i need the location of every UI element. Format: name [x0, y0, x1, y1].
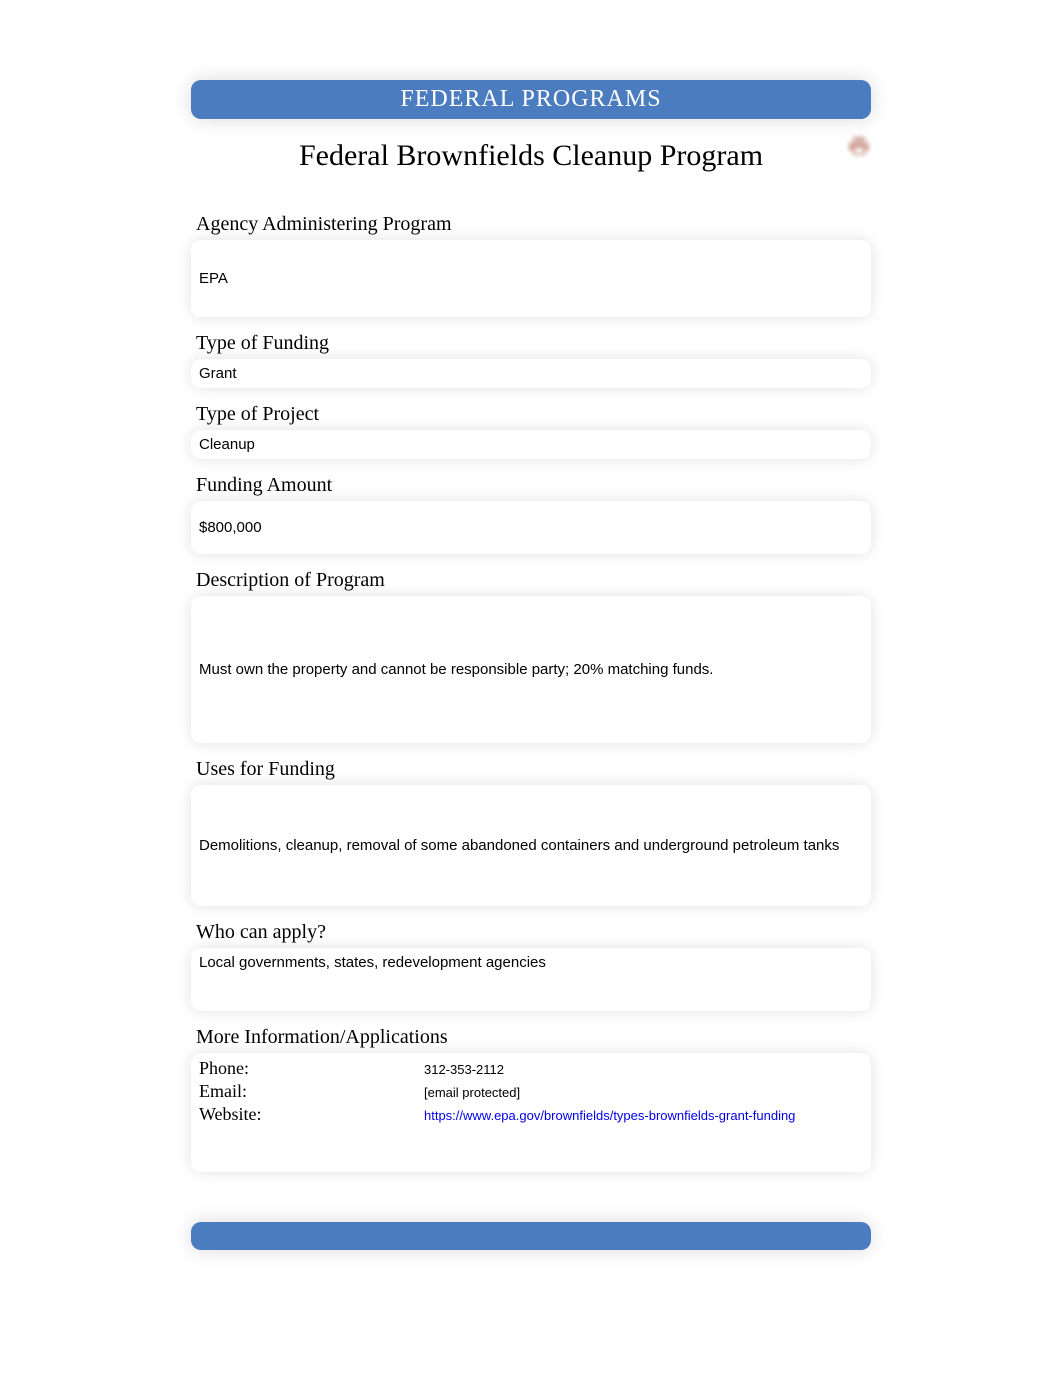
- funding-type-value-box: Grant: [191, 359, 871, 388]
- who-apply-section: Who can apply? Local governments, states…: [191, 921, 871, 1011]
- who-apply-value-box: Local governments, states, redevelopment…: [191, 948, 871, 1011]
- project-type-value: Cleanup: [199, 436, 255, 453]
- description-section: Description of Program Must own the prop…: [191, 569, 871, 743]
- print-icon[interactable]: [847, 134, 871, 158]
- project-type-label: Type of Project: [196, 403, 871, 426]
- agency-label: Agency Administering Program: [196, 213, 871, 236]
- description-label: Description of Program: [196, 569, 871, 592]
- funding-amount-section: Funding Amount $800,000: [191, 474, 871, 554]
- funding-amount-value-box: $800,000: [191, 501, 871, 554]
- email-label: Email:: [199, 1081, 424, 1102]
- document-container: FEDERAL PROGRAMS Federal Brownfields Cle…: [191, 0, 871, 1250]
- email-value: [email protected]: [424, 1085, 520, 1100]
- funding-amount-value: $800,000: [199, 519, 262, 536]
- phone-row: Phone: 312-353-2112: [199, 1058, 863, 1079]
- email-row: Email: [email protected]: [199, 1081, 863, 1102]
- website-label: Website:: [199, 1104, 424, 1125]
- contact-box: Phone: 312-353-2112 Email: [email protec…: [191, 1053, 871, 1172]
- description-value: Must own the property and cannot be resp…: [199, 661, 713, 678]
- uses-section: Uses for Funding Demolitions, cleanup, r…: [191, 758, 871, 906]
- category-text: FEDERAL PROGRAMS: [400, 86, 661, 112]
- funding-amount-label: Funding Amount: [196, 474, 871, 497]
- website-link[interactable]: https://www.epa.gov/brownfields/types-br…: [424, 1108, 795, 1123]
- title-row: Federal Brownfields Cleanup Program: [191, 139, 871, 173]
- funding-type-section: Type of Funding Grant: [191, 332, 871, 388]
- contact-heading: More Information/Applications: [196, 1026, 871, 1049]
- website-row: Website: https://www.epa.gov/brownfields…: [199, 1104, 863, 1125]
- uses-value-box: Demolitions, cleanup, removal of some ab…: [191, 785, 871, 906]
- page-title: Federal Brownfields Cleanup Program: [299, 139, 763, 173]
- contact-section: More Information/Applications Phone: 312…: [191, 1026, 871, 1172]
- phone-label: Phone:: [199, 1058, 424, 1079]
- footer-bar: [191, 1222, 871, 1250]
- funding-type-value: Grant: [199, 365, 237, 382]
- category-header: FEDERAL PROGRAMS: [191, 80, 871, 119]
- phone-value: 312-353-2112: [424, 1062, 504, 1077]
- agency-value: EPA: [199, 270, 228, 287]
- who-apply-value: Local governments, states, redevelopment…: [199, 954, 546, 971]
- funding-type-label: Type of Funding: [196, 332, 871, 355]
- who-apply-label: Who can apply?: [196, 921, 871, 944]
- uses-value: Demolitions, cleanup, removal of some ab…: [199, 837, 839, 854]
- uses-label: Uses for Funding: [196, 758, 871, 781]
- description-value-box: Must own the property and cannot be resp…: [191, 596, 871, 743]
- project-type-section: Type of Project Cleanup: [191, 403, 871, 459]
- project-type-value-box: Cleanup: [191, 430, 871, 459]
- agency-value-box: EPA: [191, 240, 871, 317]
- agency-section: Agency Administering Program EPA: [191, 213, 871, 317]
